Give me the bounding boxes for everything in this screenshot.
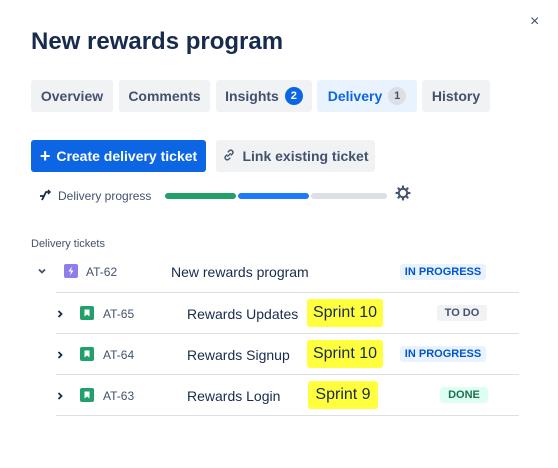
status-badge: TO DO — [437, 305, 487, 321]
tab-delivery[interactable]: Delivery 1 — [317, 80, 417, 112]
insights-count-badge: 2 — [284, 87, 303, 105]
ticket-key[interactable]: AT-64 — [103, 348, 134, 362]
tab-label: Insights — [225, 88, 279, 104]
delivery-count-badge: 1 — [388, 87, 407, 105]
tab-insights[interactable]: Insights 2 — [216, 80, 312, 112]
status-badge: IN PROGRESS — [400, 346, 486, 362]
tab-label: Delivery — [327, 88, 383, 104]
tab-label: Comments — [128, 88, 201, 104]
tab-history[interactable]: History — [422, 80, 490, 112]
chevron-down-icon[interactable] — [37, 265, 47, 279]
delivery-progress-label: Delivery progress — [58, 189, 152, 203]
delivery-progress-icon — [38, 188, 52, 207]
story-icon — [80, 388, 94, 402]
dialog-title: New rewards program — [31, 28, 284, 55]
ticket-summary: New rewards program — [171, 264, 309, 280]
row-divider — [56, 374, 519, 375]
tab-label: History — [431, 88, 481, 104]
row-divider — [56, 292, 519, 293]
row-divider — [56, 415, 519, 416]
progress-segment-todo — [311, 193, 387, 199]
close-icon[interactable]: × — [530, 12, 539, 32]
link-icon — [222, 148, 236, 165]
sprint-label: Sprint 10 — [307, 340, 383, 368]
progress-segment-done — [165, 193, 236, 199]
create-delivery-ticket-button[interactable]: + Create delivery ticket — [31, 140, 206, 172]
story-icon — [80, 347, 94, 361]
delivery-tickets-label: Delivery tickets — [31, 238, 105, 250]
button-label: Link existing ticket — [242, 148, 369, 164]
progress-segment-in-progress — [238, 193, 309, 199]
sprint-label: Sprint 9 — [308, 381, 378, 409]
chevron-right-icon[interactable] — [55, 349, 65, 363]
epic-icon — [64, 264, 78, 278]
ticket-summary: Rewards Login — [187, 388, 281, 404]
ticket-summary: Rewards Updates — [187, 306, 299, 322]
tab-comments[interactable]: Comments — [119, 80, 210, 112]
status-badge: IN PROGRESS — [400, 264, 486, 280]
row-divider — [56, 333, 519, 334]
button-label: Create delivery ticket — [56, 148, 198, 164]
sprint-label: Sprint 10 — [307, 299, 383, 327]
ticket-key[interactable]: AT-62 — [86, 265, 117, 279]
tab-overview[interactable]: Overview — [31, 80, 113, 112]
plus-icon: + — [39, 146, 51, 166]
chevron-right-icon[interactable] — [55, 390, 65, 404]
gear-icon[interactable] — [395, 185, 411, 201]
ticket-summary: Rewards Signup — [187, 347, 290, 363]
link-existing-ticket-button[interactable]: Link existing ticket — [216, 140, 375, 172]
tab-label: Overview — [40, 88, 104, 104]
story-icon — [80, 306, 94, 320]
status-badge: DONE — [440, 387, 488, 403]
ticket-key[interactable]: AT-65 — [103, 307, 134, 321]
ticket-key[interactable]: AT-63 — [103, 389, 134, 403]
chevron-right-icon[interactable] — [55, 308, 65, 322]
